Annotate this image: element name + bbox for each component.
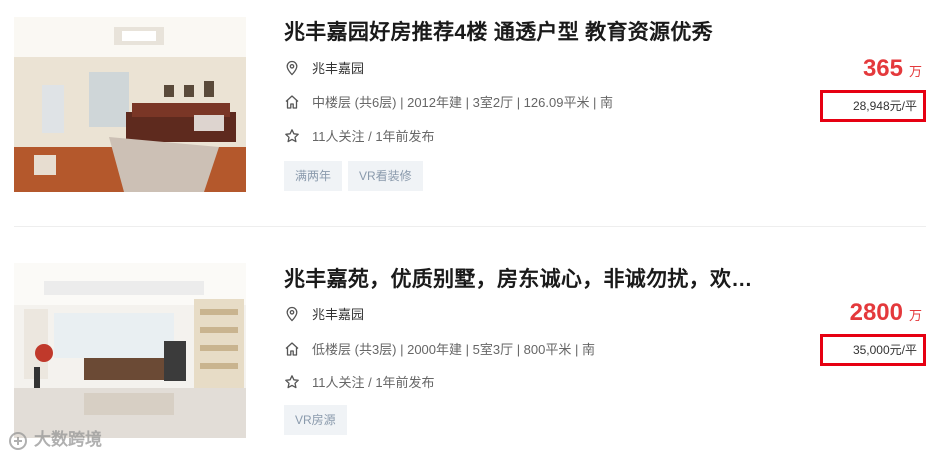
house-info-text: 中楼层 (共6层) | 2012年建 | 3室2厅 | 126.09平米 | 南 (312, 95, 614, 110)
location-pin-icon (286, 60, 298, 75)
follow-info-row: 11人关注 / 1年前发布 (284, 372, 435, 391)
star-icon (285, 374, 299, 388)
community-row: 兆丰嘉园 (284, 58, 364, 77)
total-price-value: 2800 (849, 299, 903, 326)
star-icon (285, 128, 299, 142)
listing-item[interactable]: 兆丰嘉园好房推荐4楼 通透户型 教育资源优秀 兆丰嘉园 中楼层 (共6层) | … (0, 0, 936, 228)
listing-photo[interactable] (14, 17, 246, 192)
house-info-row: 中楼层 (共6层) | 2012年建 | 3室2厅 | 126.09平米 | 南 (284, 92, 613, 111)
listing-item[interactable]: 兆丰嘉苑，优质别墅，房东诚心，非诚勿扰，欢… 兆丰嘉园 低楼层 (共3层) | … (0, 245, 936, 457)
community-row: 兆丰嘉园 (284, 304, 364, 323)
location-pin-icon (286, 306, 298, 321)
total-price-unit: 万 (908, 64, 922, 79)
tag-list: VR房源 (284, 405, 353, 435)
tag-badge: 满两年 (284, 161, 343, 191)
community-link[interactable]: 兆丰嘉园 (312, 307, 364, 322)
listing-photo[interactable] (14, 263, 246, 438)
tag-badge: VR房源 (284, 405, 347, 435)
home-icon (285, 341, 299, 356)
listing-title[interactable]: 兆丰嘉苑，优质别墅，房东诚心，非诚勿扰，欢… (284, 263, 753, 293)
home-icon (285, 94, 299, 109)
watermark: 大数跨境 (8, 425, 102, 451)
community-link[interactable]: 兆丰嘉园 (312, 61, 364, 76)
tag-list: 满两年 VR看装修 (284, 161, 429, 191)
unit-price-highlighted: 35,000元/平 (820, 334, 926, 366)
watermark-text: 大数跨境 (34, 430, 102, 449)
total-price-unit: 万 (908, 308, 922, 323)
tag-badge: VR看装修 (348, 161, 423, 191)
total-price-value: 365 (862, 55, 903, 82)
watermark-logo-icon (9, 431, 27, 450)
listing-title[interactable]: 兆丰嘉园好房推荐4楼 通透户型 教育资源优秀 (284, 16, 713, 46)
house-info-text: 低楼层 (共3层) | 2000年建 | 5室3厅 | 800平米 | 南 (312, 342, 595, 357)
house-info-row: 低楼层 (共3层) | 2000年建 | 5室3厅 | 800平米 | 南 (284, 339, 595, 358)
total-price: 2800 万 (850, 299, 922, 327)
follow-info-row: 11人关注 / 1年前发布 (284, 126, 435, 145)
listing-divider (14, 226, 926, 227)
unit-price-highlighted: 28,948元/平 (820, 90, 926, 122)
follow-info-text: 11人关注 / 1年前发布 (312, 129, 435, 144)
total-price: 365 万 (863, 55, 922, 83)
follow-info-text: 11人关注 / 1年前发布 (312, 375, 435, 390)
